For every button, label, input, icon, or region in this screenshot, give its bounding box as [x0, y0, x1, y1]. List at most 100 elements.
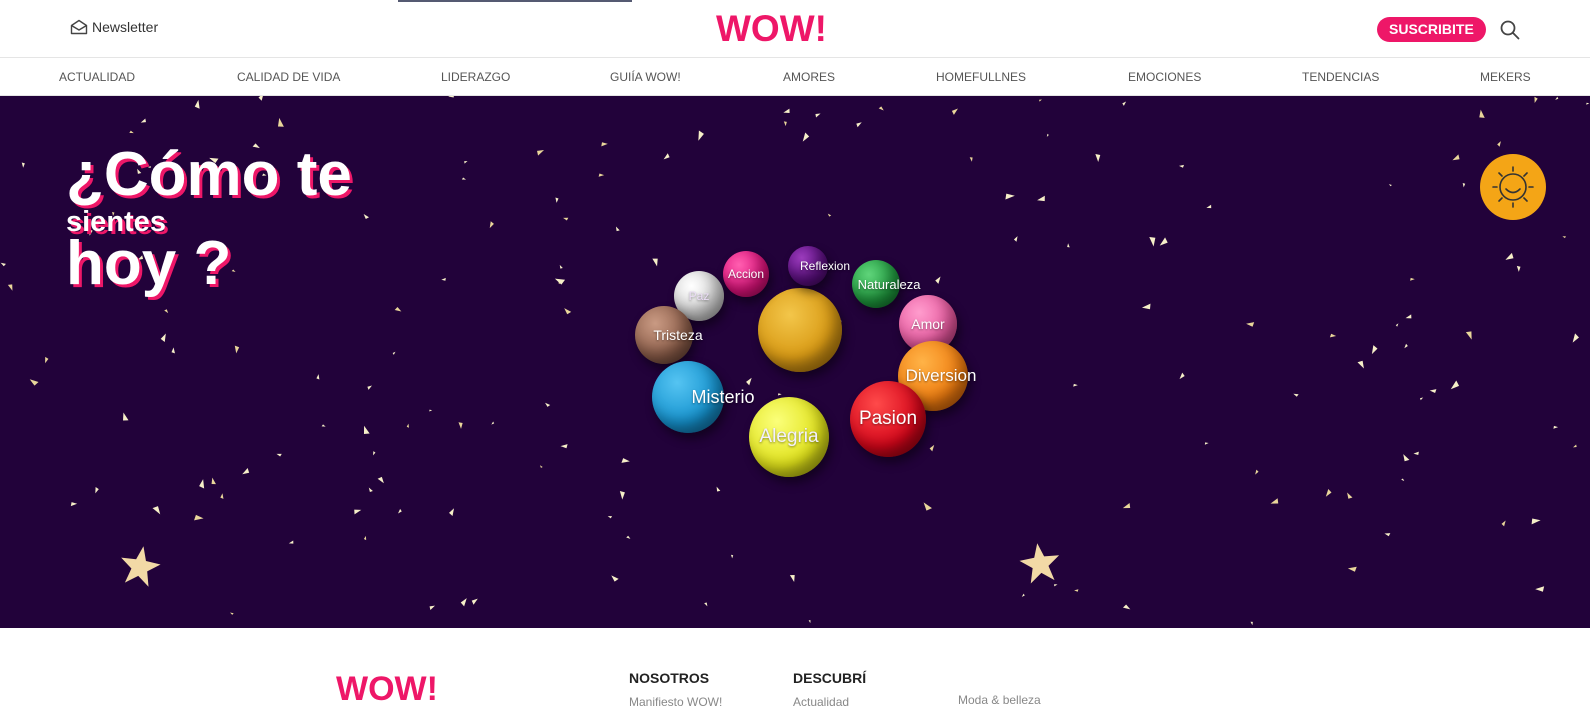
confetti-piece — [1573, 444, 1577, 448]
confetti-piece — [1501, 520, 1506, 527]
confetti-piece — [1450, 380, 1460, 390]
confetti-piece — [1073, 383, 1078, 387]
footer-link-moda-belleza[interactable]: Moda & belleza — [958, 693, 1041, 707]
confetti-piece — [1293, 393, 1299, 397]
confetti-piece — [1021, 593, 1025, 597]
confetti-piece — [746, 377, 752, 386]
confetti-piece — [460, 598, 467, 607]
nav-item-amores[interactable]: AMORES — [783, 58, 835, 96]
confetti-piece — [1497, 141, 1501, 147]
emotion-center-bubble[interactable] — [758, 288, 842, 372]
confetti-piece — [1046, 133, 1049, 137]
confetti-piece — [856, 122, 862, 128]
confetti-piece — [363, 535, 367, 541]
confetti-piece — [730, 554, 734, 559]
confetti-piece — [1572, 333, 1579, 343]
nav-item-mekers[interactable]: MEKERS — [1480, 58, 1531, 96]
confetti-piece — [123, 412, 129, 421]
confetti-piece — [1329, 333, 1337, 338]
confetti-piece — [560, 444, 568, 449]
confetti-piece — [448, 96, 455, 98]
smiling-sun-icon — [1492, 166, 1534, 208]
confetti-piece — [815, 113, 821, 118]
confetti-piece — [1410, 277, 1415, 281]
confetti-piece — [461, 177, 467, 180]
confetti-piece — [935, 276, 941, 284]
nav-item-tendencias[interactable]: TENDENCIAS — [1302, 58, 1379, 96]
mood-toggle-button[interactable] — [1480, 154, 1546, 220]
nav-item-homefullnes[interactable]: HOMEFULLNES — [936, 58, 1026, 96]
subscribe-button[interactable]: SUSCRIBITE — [1377, 17, 1486, 42]
emotion-bubble-naturaleza[interactable]: Naturaleza — [852, 260, 920, 308]
site-header: Newsletter WOW! SUSCRIBITE — [0, 0, 1590, 58]
confetti-piece — [242, 468, 250, 475]
confetti-piece — [969, 157, 973, 162]
confetti-piece — [316, 374, 320, 380]
confetti-piece — [1054, 584, 1058, 587]
confetti-piece — [194, 99, 200, 109]
envelope-icon — [70, 19, 88, 35]
confetti-piece — [152, 506, 161, 515]
mood-hero: ¿Cómo te sientes hoy ? Accion Reflexion … — [0, 96, 1590, 628]
site-logo[interactable]: WOW! — [716, 8, 827, 50]
confetti-piece — [601, 142, 608, 147]
confetti-piece — [878, 106, 884, 111]
confetti-piece — [1531, 518, 1541, 525]
emotion-bubble-accion[interactable]: Accion — [723, 251, 769, 297]
confetti-piece — [1255, 469, 1259, 475]
confetti-piece — [1562, 236, 1566, 239]
confetti-piece — [1534, 96, 1538, 103]
emotion-bubble-misterio[interactable]: Misterio — [652, 361, 755, 433]
search-icon[interactable] — [1499, 19, 1521, 41]
confetti-piece — [1246, 322, 1255, 327]
confetti-piece — [367, 385, 373, 390]
confetti-piece — [1159, 237, 1168, 246]
confetti-piece — [1179, 372, 1185, 380]
confetti-piece — [1149, 237, 1156, 247]
confetti-piece — [321, 424, 326, 427]
confetti-piece — [802, 132, 810, 142]
emotion-bubble-pasion[interactable]: Pasion — [850, 381, 926, 457]
footer-link-manifiesto[interactable]: Manifiesto WOW! — [629, 695, 722, 709]
confetti-piece — [1141, 303, 1151, 310]
confetti-piece — [539, 465, 543, 468]
nav-item-calidad-de-vida[interactable]: CALIDAD DE VIDA — [237, 58, 340, 96]
confetti-piece — [1270, 498, 1279, 504]
confetti-piece — [1462, 183, 1466, 188]
confetti-piece — [929, 444, 935, 452]
confetti-piece — [1074, 589, 1079, 592]
confetti-piece — [21, 162, 25, 168]
confetti-piece — [489, 221, 494, 229]
confetti-piece — [276, 453, 282, 457]
emotion-bubble-tristeza[interactable]: Tristeza — [635, 306, 703, 364]
confetti-piece — [1553, 425, 1559, 429]
confetti-piece — [1505, 252, 1514, 260]
confetti-piece — [1250, 621, 1253, 626]
nav-item-liderazgo[interactable]: LIDERAZGO — [441, 58, 510, 96]
confetti-piece — [1204, 442, 1209, 445]
nav-item-emociones[interactable]: EMOCIONES — [1128, 58, 1201, 96]
confetti-piece — [363, 425, 370, 435]
nav-item-guia-wow[interactable]: GUIíA WOW! — [610, 58, 681, 96]
confetti-piece — [211, 477, 216, 485]
confetti-piece — [406, 423, 409, 428]
confetti-piece — [777, 393, 782, 396]
emotion-bubble-alegria[interactable]: Alegria — [749, 397, 829, 477]
footer-logo[interactable]: WOW! — [336, 670, 438, 709]
confetti-piece — [171, 347, 176, 354]
confetti-piece — [563, 217, 569, 221]
confetti-piece — [471, 598, 478, 605]
confetti-piece — [545, 402, 551, 407]
emotion-bubble-reflexion[interactable]: Reflexion — [788, 246, 850, 286]
confetti-piece — [598, 173, 605, 177]
newsletter-link[interactable]: Newsletter — [70, 19, 158, 35]
confetti-piece — [354, 509, 362, 515]
confetti-piece — [716, 486, 721, 492]
hero-heading-line-1: ¿Cómo te — [66, 140, 352, 209]
star-icon — [121, 546, 161, 587]
confetti-piece — [923, 502, 932, 511]
confetti-piece — [441, 277, 446, 281]
confetti-piece — [234, 345, 240, 354]
nav-item-actualidad[interactable]: ACTUALIDAD — [59, 58, 135, 96]
footer-link-actualidad[interactable]: Actualidad — [793, 695, 849, 709]
